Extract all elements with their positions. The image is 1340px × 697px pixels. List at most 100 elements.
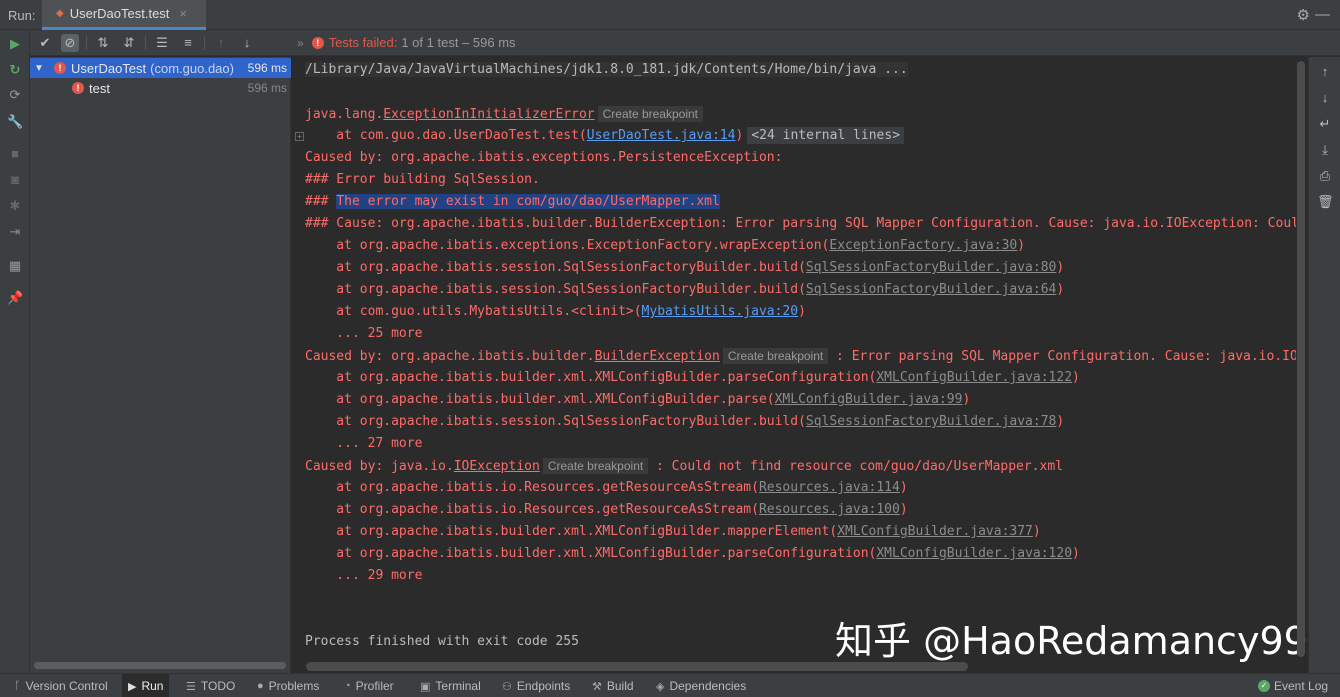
arrow-up-icon[interactable]: ↑ <box>1317 64 1333 80</box>
create-breakpoint-button[interactable]: Create breakpoint <box>597 106 703 122</box>
print-icon[interactable]: ⎙ <box>1317 168 1333 184</box>
create-breakpoint-button[interactable]: Create breakpoint <box>542 458 649 474</box>
bug-icon[interactable]: ✱ <box>7 198 23 214</box>
console-line: at org.apache.ibatis.exceptions.Exceptio… <box>305 235 1296 257</box>
minimize-icon[interactable]: — <box>1315 6 1330 23</box>
stop-icon[interactable]: ■ <box>7 146 23 162</box>
tab-profiler[interactable]: ◔ Profiler <box>338 674 400 697</box>
library-source-link[interactable]: XMLConfigBuilder.java:122 <box>876 370 1072 385</box>
exit-icon[interactable]: ⇥ <box>7 224 23 240</box>
console-text: at org.apache.ibatis.builder.xml.XMLConf… <box>305 392 775 407</box>
tab-terminal[interactable]: ▣ Terminal <box>414 674 487 697</box>
console-line: at com.guo.dao.UserDaoTest.test(UserDaoT… <box>305 125 1296 147</box>
error-icon: ! <box>72 82 84 94</box>
chevron-down-icon[interactable]: ▼ <box>32 63 46 74</box>
console-line: at org.apache.ibatis.session.SqlSessionF… <box>305 257 1296 279</box>
event-log-icon: ✓ <box>1258 680 1270 692</box>
internal-lines-toggle[interactable]: <24 internal lines> <box>747 127 905 144</box>
rerun-icon[interactable]: ▶ <box>7 36 23 52</box>
console-line: at com.guo.utils.MybatisUtils.<clinit>(M… <box>305 301 1296 323</box>
next-failed-icon[interactable]: ↓ <box>238 34 256 52</box>
tab-event-log[interactable]: ✓ Event Log <box>1252 674 1334 697</box>
left-tool-strip: ▶ ↻ ⟳ 🔧 ■ ◙ ✱ ⇥ ▦ 📌 <box>0 30 30 673</box>
tab-userdaotest[interactable]: ◆ UserDaoTest.test × <box>42 0 206 30</box>
console-text: : Could not find resource com/guo/dao/Us… <box>648 459 1064 474</box>
console-text: ) <box>1032 524 1041 539</box>
console-text: ) <box>1072 546 1080 561</box>
camera-icon[interactable]: ◙ <box>7 172 23 188</box>
debug-icon[interactable]: ⟳ <box>7 87 23 103</box>
layout-icon[interactable]: ▦ <box>7 258 23 274</box>
sort-alpha-icon[interactable]: ⇅ <box>94 34 112 52</box>
library-source-link[interactable]: SqlSessionFactoryBuilder.java:80 <box>806 260 1056 275</box>
soft-wrap-icon[interactable]: ↵ <box>1317 116 1333 132</box>
test-runner-toolbar: ✔ ⊘ ⇅ ⇵ ☰ ≡ ↑ ↓ » ! Tests failed: 1 of 1… <box>30 30 1340 56</box>
show-ignored-icon[interactable]: ⊘ <box>61 34 79 52</box>
error-icon: ! <box>54 62 66 74</box>
tab-run[interactable]: ▶ Run <box>122 674 170 697</box>
library-source-link[interactable]: XMLConfigBuilder.java:377 <box>837 524 1033 539</box>
collapse-all-icon[interactable]: ≡ <box>179 34 197 52</box>
run-label: Run: <box>8 8 36 23</box>
tab-todo[interactable]: ☰ TODO <box>180 674 241 697</box>
console-vertical-scrollbar[interactable] <box>1297 61 1305 657</box>
tree-horizontal-scrollbar[interactable] <box>34 662 286 669</box>
show-passed-icon[interactable]: ✔ <box>36 34 54 52</box>
library-source-link[interactable]: Resources.java:100 <box>759 502 900 517</box>
exception-link[interactable]: BuilderException <box>595 349 720 364</box>
layers-icon: ◈ <box>656 680 665 693</box>
rerun-failed-icon[interactable]: ↻ <box>7 62 23 78</box>
library-source-link[interactable]: SqlSessionFactoryBuilder.java:78 <box>806 414 1056 429</box>
library-source-link[interactable]: SqlSessionFactoryBuilder.java:64 <box>806 282 1056 297</box>
previous-failed-icon[interactable]: ↑ <box>212 34 230 52</box>
console-text: ) <box>962 392 971 407</box>
console-text: at org.apache.ibatis.builder.xml.XMLConf… <box>305 546 877 561</box>
exception-link[interactable]: ExceptionInInitializerError <box>383 107 594 122</box>
error-icon: ! <box>311 36 324 49</box>
tree-item-name: test <box>89 80 110 96</box>
console-text: java.lang. <box>305 107 384 122</box>
gear-icon[interactable]: ⚙ <box>1297 6 1310 24</box>
console-output[interactable]: + /Library/Java/JavaVirtualMachines/jdk1… <box>292 57 1296 673</box>
library-source-link[interactable]: ExceptionFactory.java:30 <box>829 238 1017 253</box>
exception-link[interactable]: IOException <box>454 459 540 474</box>
trash-icon[interactable]: 🗑 <box>1317 194 1334 210</box>
tab-endpoints[interactable]: ⚇ Endpoints <box>496 674 576 697</box>
branch-icon: ᚴ <box>14 680 21 692</box>
chevron-right-icon[interactable]: » <box>297 36 304 50</box>
wrench-icon[interactable]: 🔧 <box>7 114 23 130</box>
create-breakpoint-button[interactable]: Create breakpoint <box>722 348 829 364</box>
tab-problems[interactable]: ● Problems <box>251 674 325 697</box>
expand-all-icon[interactable]: ☰ <box>153 34 171 52</box>
console-line: at org.apache.ibatis.io.Resources.getRes… <box>305 477 1296 499</box>
tab-dependencies[interactable]: ◈ Dependencies <box>650 674 752 697</box>
scroll-to-end-icon[interactable]: ⤓ <box>1317 142 1333 158</box>
console-text: at org.apache.ibatis.exceptions.Exceptio… <box>305 238 830 253</box>
pin-icon[interactable]: 📌 <box>7 290 23 306</box>
arrow-down-icon[interactable]: ↓ <box>1317 90 1333 106</box>
fold-toggle-icon[interactable]: + <box>295 132 304 141</box>
hammer-icon: ⚒ <box>592 680 602 693</box>
tree-item-userdaotest[interactable]: ▼ ! UserDaoTest (com.guo.dao) 596 ms <box>30 58 291 78</box>
console-line: Caused by: org.apache.ibatis.builder.Bui… <box>305 345 1296 367</box>
tab-build[interactable]: ⚒ Build <box>586 674 640 697</box>
sort-duration-icon[interactable]: ⇵ <box>120 34 138 52</box>
library-source-link[interactable]: XMLConfigBuilder.java:120 <box>876 546 1072 561</box>
console-line: java.lang.ExceptionInInitializerError Cre… <box>305 103 1296 125</box>
source-link[interactable]: UserDaoTest.java:14 <box>587 128 736 143</box>
console-text: ### <box>305 194 337 209</box>
library-source-link[interactable]: XMLConfigBuilder.java:99 <box>775 392 963 407</box>
tree-item-time: 596 ms <box>247 81 287 95</box>
console-text: ) <box>899 502 908 517</box>
console-line: /Library/Java/JavaVirtualMachines/jdk1.8… <box>305 59 1296 81</box>
close-icon[interactable]: × <box>179 6 187 21</box>
console-text: ) <box>1056 414 1065 429</box>
tree-item-test[interactable]: ! test 596 ms <box>30 78 291 98</box>
source-link[interactable]: MybatisUtils.java:20 <box>642 304 799 319</box>
right-tool-strip: ↑ ↓ ↵ ⤓ ⎙ 🗑 <box>1297 57 1340 673</box>
library-source-link[interactable]: Resources.java:114 <box>759 480 900 495</box>
tab-version-control[interactable]: ᚴ Version Control <box>8 674 114 697</box>
status-failed: Tests failed: <box>328 35 398 50</box>
console-text: at org.apache.ibatis.builder.xml.XMLConf… <box>305 524 838 539</box>
